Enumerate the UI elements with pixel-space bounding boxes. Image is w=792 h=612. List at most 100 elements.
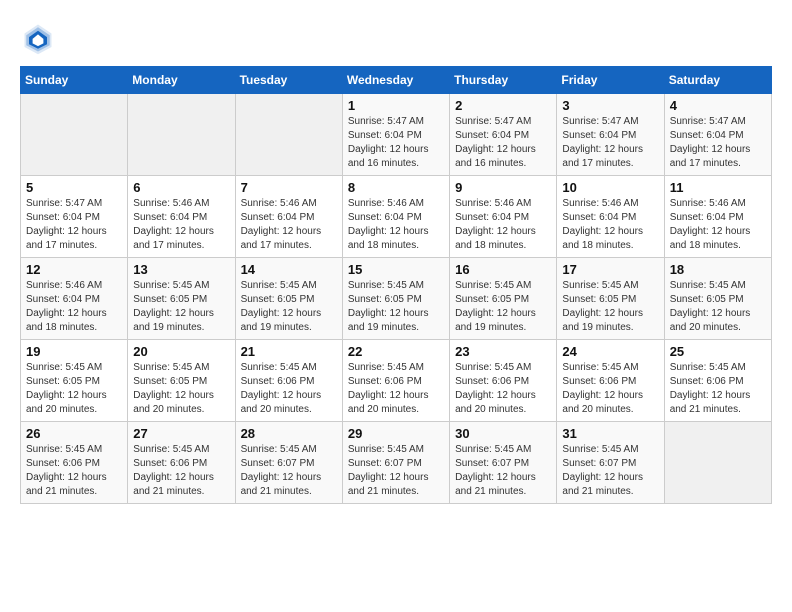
day-info: Sunrise: 5:46 AM Sunset: 6:04 PM Dayligh…	[26, 279, 122, 335]
day-info: Sunrise: 5:45 AM Sunset: 6:07 PM Dayligh…	[241, 443, 337, 499]
calendar-cell: 18 Sunrise: 5:45 AM Sunset: 6:05 PM Dayli…	[664, 258, 771, 340]
day-number: 25	[670, 344, 766, 359]
calendar-cell: 12 Sunrise: 5:46 AM Sunset: 6:04 PM Dayli…	[21, 258, 128, 340]
column-header-tuesday: Tuesday	[235, 67, 342, 94]
day-info: Sunrise: 5:46 AM Sunset: 6:04 PM Dayligh…	[455, 197, 551, 253]
calendar-cell	[21, 94, 128, 176]
day-info: Sunrise: 5:47 AM Sunset: 6:04 PM Dayligh…	[562, 115, 658, 171]
day-number: 8	[348, 180, 444, 195]
day-info: Sunrise: 5:45 AM Sunset: 6:06 PM Dayligh…	[562, 361, 658, 417]
day-number: 10	[562, 180, 658, 195]
day-info: Sunrise: 5:45 AM Sunset: 6:05 PM Dayligh…	[133, 361, 229, 417]
day-info: Sunrise: 5:45 AM Sunset: 6:06 PM Dayligh…	[26, 443, 122, 499]
day-info: Sunrise: 5:47 AM Sunset: 6:04 PM Dayligh…	[26, 197, 122, 253]
calendar-table: SundayMondayTuesdayWednesdayThursdayFrid…	[20, 66, 772, 504]
calendar-cell: 24 Sunrise: 5:45 AM Sunset: 6:06 PM Dayli…	[557, 340, 664, 422]
day-number: 1	[348, 98, 444, 113]
logo-icon	[20, 20, 56, 56]
day-info: Sunrise: 5:45 AM Sunset: 6:06 PM Dayligh…	[133, 443, 229, 499]
day-info: Sunrise: 5:45 AM Sunset: 6:05 PM Dayligh…	[455, 279, 551, 335]
calendar-cell: 29 Sunrise: 5:45 AM Sunset: 6:07 PM Dayli…	[342, 422, 449, 504]
calendar-week-5: 26Sunrise: 5:45 AM Sunset: 6:06 PM Dayli…	[21, 422, 772, 504]
day-number: 15	[348, 262, 444, 277]
calendar-cell: 2 Sunrise: 5:47 AM Sunset: 6:04 PM Daylig…	[450, 94, 557, 176]
day-info: Sunrise: 5:46 AM Sunset: 6:04 PM Dayligh…	[241, 197, 337, 253]
day-info: Sunrise: 5:45 AM Sunset: 6:07 PM Dayligh…	[348, 443, 444, 499]
column-header-saturday: Saturday	[664, 67, 771, 94]
calendar-cell: 15Sunrise: 5:45 AM Sunset: 6:05 PM Dayli…	[342, 258, 449, 340]
column-header-sunday: Sunday	[21, 67, 128, 94]
day-number: 12	[26, 262, 122, 277]
day-info: Sunrise: 5:46 AM Sunset: 6:04 PM Dayligh…	[670, 197, 766, 253]
day-info: Sunrise: 5:47 AM Sunset: 6:04 PM Dayligh…	[670, 115, 766, 171]
day-info: Sunrise: 5:45 AM Sunset: 6:06 PM Dayligh…	[241, 361, 337, 417]
calendar-cell: 16 Sunrise: 5:45 AM Sunset: 6:05 PM Dayli…	[450, 258, 557, 340]
calendar-cell: 31Sunrise: 5:45 AM Sunset: 6:07 PM Dayli…	[557, 422, 664, 504]
day-number: 17	[562, 262, 658, 277]
calendar-week-4: 19 Sunrise: 5:45 AM Sunset: 6:05 PM Dayli…	[21, 340, 772, 422]
calendar-cell: 19Sunrise: 5:45 AM Sunset: 6:05 PM Dayli…	[21, 340, 128, 422]
day-info: Sunrise: 5:45 AM Sunset: 6:05 PM Dayligh…	[562, 279, 658, 335]
day-info: Sunrise: 5:45 AM Sunset: 6:07 PM Dayligh…	[455, 443, 551, 499]
calendar-week-2: 5 Sunrise: 5:47 AM Sunset: 6:04 PM Daylig…	[21, 176, 772, 258]
day-number: 27	[133, 426, 229, 441]
calendar-cell: 3 Sunrise: 5:47 AM Sunset: 6:04 PM Daylig…	[557, 94, 664, 176]
calendar-cell: 20 Sunrise: 5:45 AM Sunset: 6:05 PM Dayli…	[128, 340, 235, 422]
calendar-week-3: 12 Sunrise: 5:46 AM Sunset: 6:04 PM Dayli…	[21, 258, 772, 340]
calendar-cell: 27 Sunrise: 5:45 AM Sunset: 6:06 PM Dayli…	[128, 422, 235, 504]
calendar-cell: 13Sunrise: 5:45 AM Sunset: 6:05 PM Dayli…	[128, 258, 235, 340]
calendar-cell: 1 Sunrise: 5:47 AM Sunset: 6:04 PM Daylig…	[342, 94, 449, 176]
calendar-cell: 8Sunrise: 5:46 AM Sunset: 6:04 PM Daylig…	[342, 176, 449, 258]
day-number: 5	[26, 180, 122, 195]
calendar-cell: 26Sunrise: 5:45 AM Sunset: 6:06 PM Dayli…	[21, 422, 128, 504]
calendar-cell	[664, 422, 771, 504]
day-info: Sunrise: 5:47 AM Sunset: 6:04 PM Dayligh…	[348, 115, 444, 171]
day-number: 28	[241, 426, 337, 441]
day-info: Sunrise: 5:45 AM Sunset: 6:05 PM Dayligh…	[241, 279, 337, 335]
page-header	[20, 20, 772, 56]
calendar-cell	[128, 94, 235, 176]
day-number: 21	[241, 344, 337, 359]
calendar-cell: 7 Sunrise: 5:46 AM Sunset: 6:04 PM Daylig…	[235, 176, 342, 258]
calendar-cell: 30 Sunrise: 5:45 AM Sunset: 6:07 PM Dayli…	[450, 422, 557, 504]
calendar-cell: 5 Sunrise: 5:47 AM Sunset: 6:04 PM Daylig…	[21, 176, 128, 258]
day-number: 24	[562, 344, 658, 359]
header-row: SundayMondayTuesdayWednesdayThursdayFrid…	[21, 67, 772, 94]
calendar-week-1: 1 Sunrise: 5:47 AM Sunset: 6:04 PM Daylig…	[21, 94, 772, 176]
day-info: Sunrise: 5:45 AM Sunset: 6:06 PM Dayligh…	[670, 361, 766, 417]
day-number: 22	[348, 344, 444, 359]
day-info: Sunrise: 5:46 AM Sunset: 6:04 PM Dayligh…	[562, 197, 658, 253]
calendar-cell: 17 Sunrise: 5:45 AM Sunset: 6:05 PM Dayli…	[557, 258, 664, 340]
day-number: 29	[348, 426, 444, 441]
day-info: Sunrise: 5:45 AM Sunset: 6:05 PM Dayligh…	[670, 279, 766, 335]
day-number: 3	[562, 98, 658, 113]
day-number: 7	[241, 180, 337, 195]
day-number: 18	[670, 262, 766, 277]
calendar-cell: 9 Sunrise: 5:46 AM Sunset: 6:04 PM Daylig…	[450, 176, 557, 258]
column-header-wednesday: Wednesday	[342, 67, 449, 94]
day-info: Sunrise: 5:47 AM Sunset: 6:04 PM Dayligh…	[455, 115, 551, 171]
day-info: Sunrise: 5:45 AM Sunset: 6:06 PM Dayligh…	[348, 361, 444, 417]
calendar-cell: 21 Sunrise: 5:45 AM Sunset: 6:06 PM Dayli…	[235, 340, 342, 422]
day-number: 2	[455, 98, 551, 113]
day-number: 30	[455, 426, 551, 441]
day-number: 13	[133, 262, 229, 277]
calendar-cell: 25 Sunrise: 5:45 AM Sunset: 6:06 PM Dayli…	[664, 340, 771, 422]
calendar-cell: 23Sunrise: 5:45 AM Sunset: 6:06 PM Dayli…	[450, 340, 557, 422]
day-number: 9	[455, 180, 551, 195]
day-number: 16	[455, 262, 551, 277]
calendar-cell	[235, 94, 342, 176]
calendar-cell: 6Sunrise: 5:46 AM Sunset: 6:04 PM Daylig…	[128, 176, 235, 258]
day-number: 20	[133, 344, 229, 359]
calendar-cell: 22 Sunrise: 5:45 AM Sunset: 6:06 PM Dayli…	[342, 340, 449, 422]
day-info: Sunrise: 5:45 AM Sunset: 6:06 PM Dayligh…	[455, 361, 551, 417]
calendar-cell: 11 Sunrise: 5:46 AM Sunset: 6:04 PM Dayli…	[664, 176, 771, 258]
calendar-cell: 10 Sunrise: 5:46 AM Sunset: 6:04 PM Dayli…	[557, 176, 664, 258]
day-number: 11	[670, 180, 766, 195]
day-number: 31	[562, 426, 658, 441]
day-number: 6	[133, 180, 229, 195]
calendar-cell: 14Sunrise: 5:45 AM Sunset: 6:05 PM Dayli…	[235, 258, 342, 340]
day-number: 19	[26, 344, 122, 359]
calendar-cell: 4Sunrise: 5:47 AM Sunset: 6:04 PM Daylig…	[664, 94, 771, 176]
column-header-monday: Monday	[128, 67, 235, 94]
